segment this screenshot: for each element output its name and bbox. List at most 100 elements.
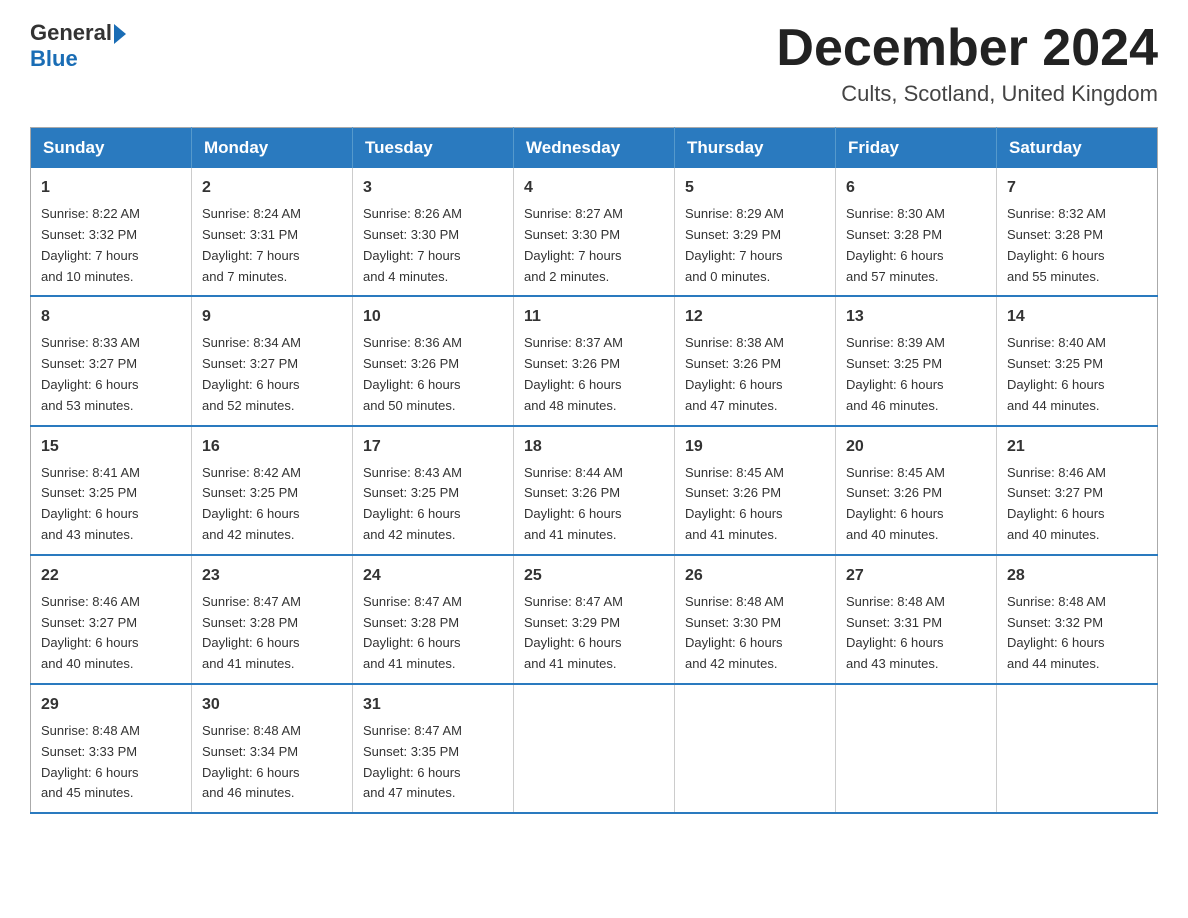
calendar-day-cell: 10Sunrise: 8:36 AM Sunset: 3:26 PM Dayli… — [353, 296, 514, 425]
day-info: Sunrise: 8:22 AM Sunset: 3:32 PM Dayligh… — [41, 204, 181, 287]
day-info: Sunrise: 8:47 AM Sunset: 3:28 PM Dayligh… — [202, 592, 342, 675]
calendar-header: SundayMondayTuesdayWednesdayThursdayFrid… — [31, 128, 1158, 169]
calendar-day-cell: 3 Sunrise: 8:26 AM Sunset: 3:30 PM Daylig… — [353, 168, 514, 296]
day-of-week-header: Tuesday — [353, 128, 514, 169]
day-number: 11 — [524, 305, 664, 329]
day-number: 17 — [363, 435, 503, 459]
day-of-week-header: Sunday — [31, 128, 192, 169]
day-number: 3 — [363, 176, 503, 200]
day-info: Sunrise: 8:32 AM Sunset: 3:28 PM Dayligh… — [1007, 204, 1147, 287]
logo-text-blue: Blue — [30, 46, 78, 71]
day-of-week-header: Saturday — [997, 128, 1158, 169]
day-info: Sunrise: 8:46 AM Sunset: 3:27 PM Dayligh… — [1007, 463, 1147, 546]
calendar-day-cell: 17Sunrise: 8:43 AM Sunset: 3:25 PM Dayli… — [353, 426, 514, 555]
calendar-day-cell: 19Sunrise: 8:45 AM Sunset: 3:26 PM Dayli… — [675, 426, 836, 555]
day-info: Sunrise: 8:48 AM Sunset: 3:33 PM Dayligh… — [41, 721, 181, 804]
calendar-day-cell — [514, 684, 675, 813]
calendar-body: 1 Sunrise: 8:22 AM Sunset: 3:32 PM Daylig… — [31, 168, 1158, 813]
calendar-day-cell: 8Sunrise: 8:33 AM Sunset: 3:27 PM Daylig… — [31, 296, 192, 425]
day-info: Sunrise: 8:48 AM Sunset: 3:32 PM Dayligh… — [1007, 592, 1147, 675]
day-info: Sunrise: 8:40 AM Sunset: 3:25 PM Dayligh… — [1007, 333, 1147, 416]
calendar-day-cell: 28 Sunrise: 8:48 AM Sunset: 3:32 PM Dayli… — [997, 555, 1158, 684]
day-info: Sunrise: 8:44 AM Sunset: 3:26 PM Dayligh… — [524, 463, 664, 546]
calendar-day-cell: 14Sunrise: 8:40 AM Sunset: 3:25 PM Dayli… — [997, 296, 1158, 425]
calendar-day-cell: 6 Sunrise: 8:30 AM Sunset: 3:28 PM Daylig… — [836, 168, 997, 296]
calendar-day-cell: 11Sunrise: 8:37 AM Sunset: 3:26 PM Dayli… — [514, 296, 675, 425]
day-number: 25 — [524, 564, 664, 588]
day-info: Sunrise: 8:29 AM Sunset: 3:29 PM Dayligh… — [685, 204, 825, 287]
page-header: General Blue December 2024 Cults, Scotla… — [30, 20, 1158, 107]
day-number: 23 — [202, 564, 342, 588]
calendar-day-cell: 25 Sunrise: 8:47 AM Sunset: 3:29 PM Dayli… — [514, 555, 675, 684]
day-info: Sunrise: 8:30 AM Sunset: 3:28 PM Dayligh… — [846, 204, 986, 287]
day-of-week-header: Thursday — [675, 128, 836, 169]
calendar-day-cell: 24Sunrise: 8:47 AM Sunset: 3:28 PM Dayli… — [353, 555, 514, 684]
day-info: Sunrise: 8:47 AM Sunset: 3:29 PM Dayligh… — [524, 592, 664, 675]
calendar-day-cell: 31Sunrise: 8:47 AM Sunset: 3:35 PM Dayli… — [353, 684, 514, 813]
calendar-day-cell: 13 Sunrise: 8:39 AM Sunset: 3:25 PM Dayli… — [836, 296, 997, 425]
calendar-day-cell: 1 Sunrise: 8:22 AM Sunset: 3:32 PM Daylig… — [31, 168, 192, 296]
calendar-week-row: 1 Sunrise: 8:22 AM Sunset: 3:32 PM Daylig… — [31, 168, 1158, 296]
day-number: 8 — [41, 305, 181, 329]
calendar-day-cell: 12 Sunrise: 8:38 AM Sunset: 3:26 PM Dayli… — [675, 296, 836, 425]
calendar-day-cell: 20 Sunrise: 8:45 AM Sunset: 3:26 PM Dayli… — [836, 426, 997, 555]
calendar-day-cell: 22 Sunrise: 8:46 AM Sunset: 3:27 PM Dayli… — [31, 555, 192, 684]
day-info: Sunrise: 8:41 AM Sunset: 3:25 PM Dayligh… — [41, 463, 181, 546]
day-info: Sunrise: 8:48 AM Sunset: 3:30 PM Dayligh… — [685, 592, 825, 675]
logo-text-general: General — [30, 20, 112, 46]
day-number: 6 — [846, 176, 986, 200]
day-of-week-header: Friday — [836, 128, 997, 169]
calendar-day-cell: 16 Sunrise: 8:42 AM Sunset: 3:25 PM Dayli… — [192, 426, 353, 555]
day-info: Sunrise: 8:42 AM Sunset: 3:25 PM Dayligh… — [202, 463, 342, 546]
day-number: 21 — [1007, 435, 1147, 459]
day-number: 28 — [1007, 564, 1147, 588]
day-number: 19 — [685, 435, 825, 459]
day-info: Sunrise: 8:48 AM Sunset: 3:31 PM Dayligh… — [846, 592, 986, 675]
day-number: 2 — [202, 176, 342, 200]
title-section: December 2024 Cults, Scotland, United Ki… — [776, 20, 1158, 107]
calendar-week-row: 15 Sunrise: 8:41 AM Sunset: 3:25 PM Dayli… — [31, 426, 1158, 555]
day-number: 24 — [363, 564, 503, 588]
calendar-day-cell: 23 Sunrise: 8:47 AM Sunset: 3:28 PM Dayli… — [192, 555, 353, 684]
calendar-day-cell: 4 Sunrise: 8:27 AM Sunset: 3:30 PM Daylig… — [514, 168, 675, 296]
day-info: Sunrise: 8:26 AM Sunset: 3:30 PM Dayligh… — [363, 204, 503, 287]
calendar-day-cell: 18 Sunrise: 8:44 AM Sunset: 3:26 PM Dayli… — [514, 426, 675, 555]
day-number: 9 — [202, 305, 342, 329]
day-info: Sunrise: 8:27 AM Sunset: 3:30 PM Dayligh… — [524, 204, 664, 287]
day-number: 5 — [685, 176, 825, 200]
month-title: December 2024 — [776, 20, 1158, 77]
calendar-week-row: 8Sunrise: 8:33 AM Sunset: 3:27 PM Daylig… — [31, 296, 1158, 425]
day-number: 4 — [524, 176, 664, 200]
day-number: 13 — [846, 305, 986, 329]
logo: General Blue — [30, 20, 126, 73]
day-info: Sunrise: 8:39 AM Sunset: 3:25 PM Dayligh… — [846, 333, 986, 416]
day-number: 12 — [685, 305, 825, 329]
calendar-day-cell: 5 Sunrise: 8:29 AM Sunset: 3:29 PM Daylig… — [675, 168, 836, 296]
day-number: 1 — [41, 176, 181, 200]
day-info: Sunrise: 8:45 AM Sunset: 3:26 PM Dayligh… — [846, 463, 986, 546]
calendar-week-row: 29 Sunrise: 8:48 AM Sunset: 3:33 PM Dayli… — [31, 684, 1158, 813]
calendar-day-cell: 30 Sunrise: 8:48 AM Sunset: 3:34 PM Dayli… — [192, 684, 353, 813]
day-info: Sunrise: 8:24 AM Sunset: 3:31 PM Dayligh… — [202, 204, 342, 287]
day-of-week-header: Wednesday — [514, 128, 675, 169]
location-label: Cults, Scotland, United Kingdom — [776, 81, 1158, 107]
day-number: 22 — [41, 564, 181, 588]
calendar-day-cell — [997, 684, 1158, 813]
calendar-day-cell: 29 Sunrise: 8:48 AM Sunset: 3:33 PM Dayli… — [31, 684, 192, 813]
day-number: 20 — [846, 435, 986, 459]
calendar-day-cell — [836, 684, 997, 813]
day-number: 27 — [846, 564, 986, 588]
day-info: Sunrise: 8:38 AM Sunset: 3:26 PM Dayligh… — [685, 333, 825, 416]
day-number: 18 — [524, 435, 664, 459]
calendar-day-cell — [675, 684, 836, 813]
calendar-table: SundayMondayTuesdayWednesdayThursdayFrid… — [30, 127, 1158, 814]
logo-arrow-icon — [114, 24, 126, 44]
day-number: 16 — [202, 435, 342, 459]
day-info: Sunrise: 8:46 AM Sunset: 3:27 PM Dayligh… — [41, 592, 181, 675]
day-info: Sunrise: 8:48 AM Sunset: 3:34 PM Dayligh… — [202, 721, 342, 804]
calendar-week-row: 22 Sunrise: 8:46 AM Sunset: 3:27 PM Dayli… — [31, 555, 1158, 684]
day-number: 29 — [41, 693, 181, 717]
days-of-week-row: SundayMondayTuesdayWednesdayThursdayFrid… — [31, 128, 1158, 169]
day-number: 30 — [202, 693, 342, 717]
day-number: 15 — [41, 435, 181, 459]
